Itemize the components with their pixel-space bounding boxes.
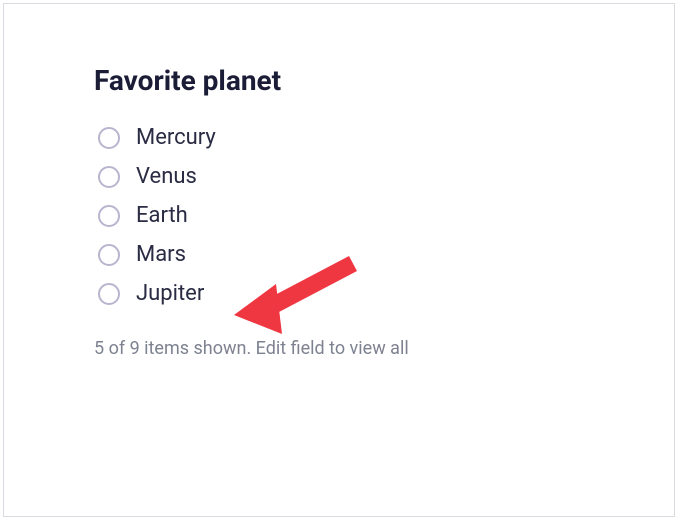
radio-circle-icon bbox=[98, 205, 120, 227]
form-panel: Favorite planet Mercury Venus Earth Mars… bbox=[3, 3, 675, 517]
radio-group: Mercury Venus Earth Mars Jupiter bbox=[98, 125, 584, 306]
radio-circle-icon bbox=[98, 127, 120, 149]
radio-item-mars[interactable]: Mars bbox=[98, 242, 584, 267]
radio-item-jupiter[interactable]: Jupiter bbox=[98, 281, 584, 306]
radio-circle-icon bbox=[98, 244, 120, 266]
radio-label: Mars bbox=[136, 242, 186, 267]
radio-item-mercury[interactable]: Mercury bbox=[98, 125, 584, 150]
field-title: Favorite planet bbox=[94, 64, 584, 97]
items-shown-hint: 5 of 9 items shown. Edit field to view a… bbox=[94, 338, 584, 359]
radio-item-earth[interactable]: Earth bbox=[98, 203, 584, 228]
radio-label: Jupiter bbox=[136, 281, 204, 306]
radio-circle-icon bbox=[98, 283, 120, 305]
radio-label: Mercury bbox=[136, 125, 216, 150]
radio-item-venus[interactable]: Venus bbox=[98, 164, 584, 189]
radio-circle-icon bbox=[98, 166, 120, 188]
radio-label: Earth bbox=[136, 203, 188, 228]
radio-label: Venus bbox=[136, 164, 197, 189]
